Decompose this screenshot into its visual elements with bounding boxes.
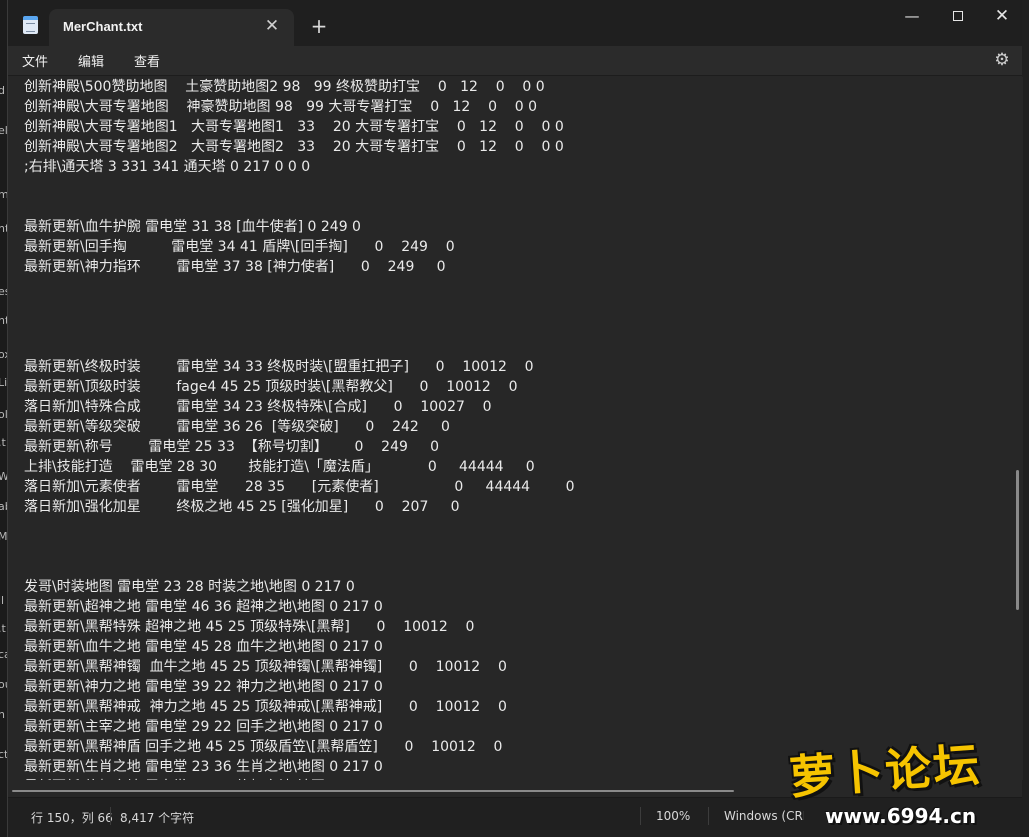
- background-window-strip: delm ntesnt oxLisol .tWab Mll.t caoun ct: [0, 0, 7, 837]
- text-line: 最新更新\黑帮特殊 超神之地 45 25 顶级特殊\[黑帮] 0 10012 0: [24, 619, 475, 635]
- maximize-icon[interactable]: [946, 6, 970, 26]
- text-line: 最新更新\终极时装 雷电堂 34 33 终极时装\[盟重扛把子] 0 10012…: [24, 359, 534, 375]
- text-line: 创新神殿\大哥专署地图 神豪赞助地图 98 99 大哥专署打宝 0 12 0 0…: [24, 99, 538, 115]
- text-line: 最新更新\黑帮神镯 血牛之地 45 25 顶级神镯\[黑帮神镯] 0 10012…: [24, 659, 507, 675]
- cursor-position: 行 150，列 66: [31, 811, 113, 825]
- text-line: 最新更新\超神之地 雷电堂 46 36 超神之地\地图 0 217 0: [24, 599, 383, 615]
- new-tab-plus-icon[interactable]: +: [308, 15, 330, 37]
- minimize-icon[interactable]: —: [900, 6, 924, 26]
- text-line: 最新更新\称号 雷电堂 25 33 【称号切割】 0 249 0: [24, 439, 440, 455]
- text-line: 创新神殿\大哥专署地图1 大哥专署地图1 33 20 大哥专署打宝 0 12 0…: [24, 119, 564, 135]
- text-line: 最新更新\黑帮神盾 回手之地 45 25 顶级盾笠\[黑帮盾笠] 0 10012…: [24, 739, 503, 755]
- horizontal-scrollbar[interactable]: [12, 790, 734, 792]
- text-editor[interactable]: 创新神殿\500赞助地图 土豪赞助地图2 98 99 终极赞助打宝 0 12 0…: [8, 77, 1023, 780]
- text-line: 最新更新\回手掏 雷电堂 34 41 盾牌\[回手掏] 0 249 0: [24, 239, 455, 255]
- status-separator: [708, 807, 709, 825]
- character-count: 8,417 个字符: [120, 811, 195, 825]
- menu-file[interactable]: 文件: [22, 51, 48, 70]
- text-line: 创新神殿\大哥专署地图2 大哥专署地图2 33 20 大哥专署打宝 0 12 0…: [24, 139, 564, 155]
- status-separator: [640, 807, 641, 825]
- text-line: 发哥\时装地图 雷电堂 23 28 时装之地\地图 0 217 0: [24, 579, 355, 595]
- vertical-scrollbar[interactable]: [1016, 470, 1019, 610]
- menu-edit[interactable]: 编辑: [78, 51, 104, 70]
- text-line: 最新更新\血牛护腕 雷电堂 31 38 [血牛使者] 0 249 0: [24, 219, 361, 235]
- status-separator: [110, 807, 111, 825]
- text-line: 创新神殿\500赞助地图 土豪赞助地图2 98 99 终极赞助打宝 0 12 0…: [24, 79, 545, 95]
- text-line: 最新更新\神力之地 雷电堂 39 22 神力之地\地图 0 217 0: [24, 679, 383, 695]
- text-line: ;右排\通天塔 3 331 341 通天塔 0 217 0 0 0: [24, 159, 311, 175]
- menu-view[interactable]: 查看: [134, 51, 160, 70]
- menu-bar: 文件 编辑 查看 ⚙: [8, 46, 1022, 76]
- forum-watermark-logo: 萝卜论坛 www.6994.cn: [775, 735, 1025, 835]
- notepad-window: MerChant.txt ✕ + — ✕ 文件 编辑 查看 ⚙ 创新神殿\500…: [7, 0, 1023, 837]
- text-line: 最新更新\血牛之地 雷电堂 45 28 血牛之地\地图 0 217 0: [24, 639, 383, 655]
- close-window-icon[interactable]: ✕: [990, 6, 1014, 26]
- text-line: 最新更新\神力指环 雷电堂 37 38 [神力使者] 0 249 0: [24, 259, 446, 275]
- text-line: 最新更新\生肖之地 雷电堂 23 36 生肖之地\地图 0 217 0: [24, 759, 383, 775]
- tab-title: MerChant.txt: [63, 19, 143, 34]
- text-line: 最新更新\终极之地 雷电堂 41 31 终极之地\地图 0 217 0: [24, 777, 383, 780]
- text-line: 最新更新\黑帮神戒 神力之地 45 25 顶级神戒\[黑帮神戒] 0 10012…: [24, 699, 507, 715]
- tab-bar: MerChant.txt ✕ + — ✕: [8, 0, 1022, 46]
- text-line: 落日新加\元素使者 雷电堂 28 35 [元素使者] 0 44444 0: [24, 479, 575, 495]
- text-line: 上排\技能打造 雷电堂 28 30 技能打造\「魔法盾」 0 44444 0: [24, 459, 535, 475]
- text-line: 落日新加\特殊合成 雷电堂 34 23 终极特殊\[合成] 0 10027 0: [24, 399, 492, 415]
- watermark-logo-text: 萝卜论坛: [787, 737, 983, 805]
- text-line: 最新更新\主宰之地 雷电堂 29 22 回手之地\地图 0 217 0: [24, 719, 383, 735]
- text-line: 最新更新\顶级时装 fage4 45 25 顶级时装\[黑帮教父] 0 1001…: [24, 379, 518, 395]
- notepad-app-icon: [23, 16, 38, 34]
- text-line: 最新更新\等级突破 雷电堂 36 26 [等级突破] 0 242 0: [24, 419, 450, 435]
- watermark-url: www.6994.cn: [825, 804, 977, 828]
- settings-gear-icon[interactable]: ⚙: [992, 50, 1012, 70]
- tab-merchant-txt[interactable]: MerChant.txt ✕: [49, 9, 294, 46]
- close-tab-icon[interactable]: ✕: [262, 16, 282, 36]
- zoom-level[interactable]: 100%: [656, 809, 690, 823]
- text-line: 落日新加\强化加星 终极之地 45 25 [强化加星] 0 207 0: [24, 499, 460, 515]
